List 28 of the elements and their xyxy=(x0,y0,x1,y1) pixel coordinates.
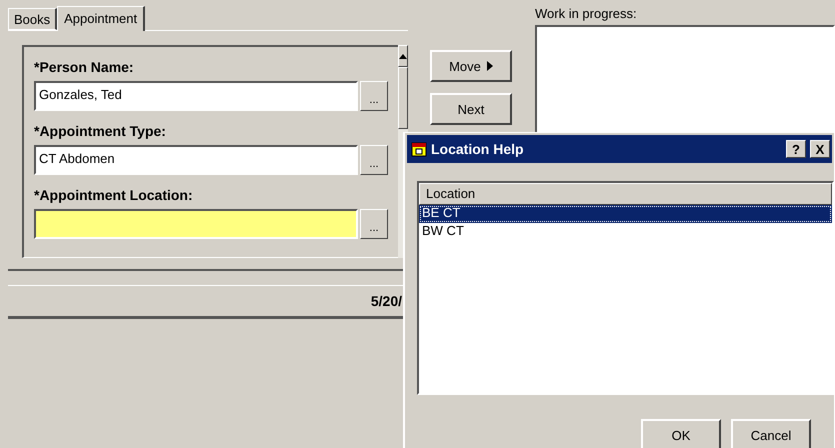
input-field[interactable] xyxy=(34,209,358,239)
work-label: Work in progress: xyxy=(535,5,638,23)
right-arrow-icon xyxy=(486,61,493,71)
scroll-up-button[interactable] xyxy=(398,45,408,67)
input-field[interactable]: CT Abdomen xyxy=(34,145,358,175)
lookup-button[interactable]: ... xyxy=(360,145,388,175)
tab[interactable]: Appointment xyxy=(57,6,146,31)
up-arrow-icon xyxy=(399,54,407,58)
field-label: *Person Name: xyxy=(34,59,135,75)
dialog-button[interactable]: Cancel xyxy=(731,419,811,448)
list-item[interactable]: BW CT xyxy=(419,223,832,241)
tab[interactable]: Books xyxy=(8,8,58,30)
input-field[interactable]: Gonzales, Ted xyxy=(34,81,358,111)
lookup-button[interactable]: ... xyxy=(360,209,388,239)
action-button[interactable]: Next xyxy=(430,93,512,125)
calendar-icon xyxy=(411,141,427,157)
lookup-button[interactable]: ... xyxy=(360,81,388,111)
field-label: *Appointment Type: xyxy=(34,123,167,139)
close-button[interactable]: X xyxy=(810,140,830,158)
date-text: 5/20/ xyxy=(370,293,402,309)
dialog-title: Location Help xyxy=(431,141,525,157)
scroll-thumb[interactable] xyxy=(398,67,408,129)
help-button[interactable]: ? xyxy=(786,140,806,158)
list-item[interactable]: BE CT xyxy=(419,205,832,223)
field-label: *Appointment Location: xyxy=(34,187,194,203)
dialog-button[interactable]: OK xyxy=(641,419,721,448)
column-header[interactable]: Location xyxy=(419,183,832,205)
action-button[interactable]: Move xyxy=(430,50,512,82)
